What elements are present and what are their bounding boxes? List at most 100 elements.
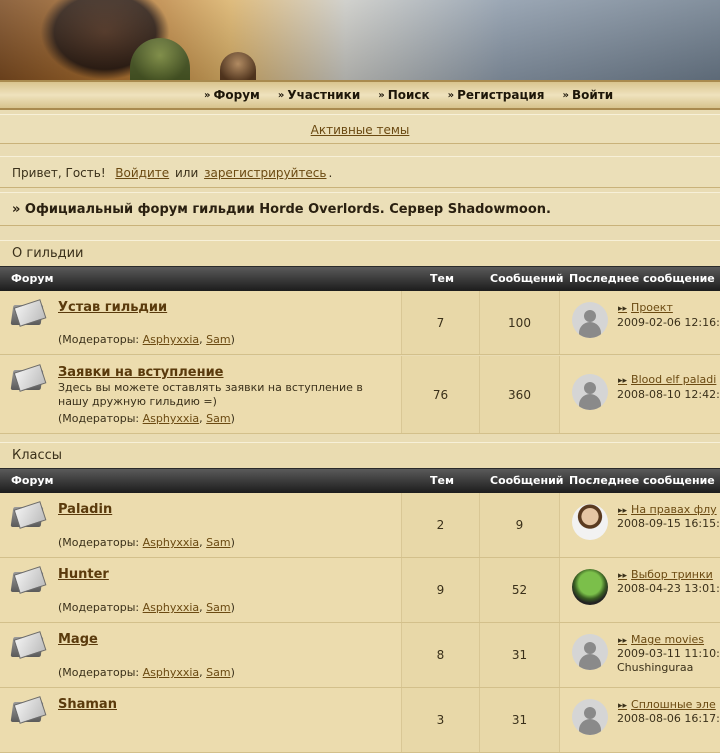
nav-login[interactable]: » Войти — [563, 88, 614, 102]
banner-overlay — [0, 0, 720, 80]
greeting-bar: Привет, Гость! Войдите или зарегистрируй… — [0, 156, 720, 188]
avatar[interactable] — [572, 504, 608, 540]
goto-post-icon: ▸▸ — [618, 701, 628, 711]
moderators-label: (Модераторы: — [58, 666, 140, 679]
last-post-link[interactable]: ▸▸ Blood elf paladi — [618, 373, 716, 386]
category-title: О гильдии — [0, 240, 720, 266]
chevron-right-icon: » — [277, 89, 285, 101]
nav-search[interactable]: » Поиск — [378, 88, 429, 102]
moderator-link[interactable]: Sam — [206, 412, 230, 425]
last-post-date: 2008-08-06 16:17: — [617, 712, 720, 725]
posts-count: 100 — [508, 316, 531, 330]
col-last: Последнее сообщение — [569, 474, 715, 487]
forum-folder-icon — [10, 501, 47, 529]
posts-count: 31 — [511, 713, 528, 727]
forum-name-link[interactable]: Paladin — [58, 502, 112, 517]
last-post-link[interactable]: ▸▸ Проект — [618, 301, 673, 314]
forum-folder-icon — [10, 364, 47, 392]
goto-post-icon: ▸▸ — [618, 636, 628, 646]
moderators-label: (Модераторы: — [58, 412, 140, 425]
greeting-text: Привет, Гость! — [12, 166, 106, 180]
last-post-link[interactable]: ▸▸ Сплошные эле — [618, 698, 716, 711]
greeting-or: или — [174, 166, 199, 180]
goto-post-icon: ▸▸ — [618, 304, 628, 314]
chevron-right-icon: » — [378, 89, 385, 101]
nav-register-label: Регистрация — [457, 88, 545, 102]
avatar[interactable] — [572, 634, 608, 670]
last-post-date: 2008-08-10 12:42: — [617, 388, 720, 401]
forum-name-link[interactable]: Shaman — [58, 697, 117, 712]
avatar[interactable] — [572, 699, 608, 735]
forum-moderators: (Модераторы: Asphyxxia, Sam) — [58, 666, 235, 679]
forum-row: Устав гильдии (Модераторы: Asphyxxia, Sa… — [0, 291, 720, 355]
forum-name-link[interactable]: Hunter — [58, 567, 109, 582]
page-title: » Официальный форум гильдии Horde Overlo… — [0, 192, 720, 226]
col-posts: Сообщений — [490, 272, 564, 285]
topics-count: 76 — [432, 388, 449, 402]
last-post-title: На правах флу — [631, 503, 717, 516]
last-post-date: 2008-04-23 13:01: — [617, 582, 720, 595]
moderator-link[interactable]: Asphyxxia — [143, 536, 200, 549]
topics-count: 7 — [436, 316, 445, 330]
avatar[interactable] — [572, 569, 608, 605]
col-posts: Сообщений — [490, 474, 564, 487]
forum-row: Hunter (Модераторы: Asphyxxia, Sam) 9 52… — [0, 558, 720, 623]
moderator-link[interactable]: Sam — [206, 666, 230, 679]
last-post-link[interactable]: ▸▸ Выбор тринки — [618, 568, 713, 581]
forum-name-link[interactable]: Mage — [58, 632, 98, 647]
forum-row: Paladin (Модераторы: Asphyxxia, Sam) 2 9… — [0, 493, 720, 558]
nav-forum[interactable]: » Форум — [204, 88, 260, 102]
forum-row: Shaman 3 31 ▸▸ Сплошные эле 2008-08-06 16… — [0, 688, 720, 753]
moderator-link[interactable]: Asphyxxia — [143, 333, 200, 346]
goto-post-icon: ▸▸ — [618, 376, 628, 386]
topics-count: 3 — [436, 713, 445, 727]
main-nav: » Форум » Участники » Поиск » Регистрация » В… — [0, 80, 720, 110]
last-post-date: 2009-03-11 11:10: — [617, 647, 720, 660]
forum-description: Здесь вы можете оставлять заявки на всту… — [58, 381, 363, 408]
forum-folder-icon — [10, 631, 47, 659]
last-post-link[interactable]: ▸▸ Mage movies — [618, 633, 704, 646]
posts-count: 360 — [508, 388, 531, 402]
register-link[interactable]: зарегистрируйтесь — [204, 166, 326, 180]
forum-name-link[interactable]: Заявки на вступление — [58, 365, 224, 380]
forum-row: Mage (Модераторы: Asphyxxia, Sam) 8 31 ▸… — [0, 623, 720, 688]
last-post-date: 2008-09-15 16:15: — [617, 517, 720, 530]
last-post-link[interactable]: ▸▸ На правах флу — [618, 503, 717, 516]
topics-count: 9 — [436, 583, 445, 597]
posts-count: 52 — [511, 583, 528, 597]
moderator-link[interactable]: Asphyxxia — [143, 666, 200, 679]
posts-count: 9 — [515, 518, 524, 532]
forum-moderators: (Модераторы: Asphyxxia, Sam) — [58, 333, 235, 346]
chevron-right-icon: » — [447, 89, 455, 101]
moderator-link[interactable]: Sam — [206, 333, 230, 346]
nav-members[interactable]: » Участники — [278, 88, 360, 102]
avatar[interactable] — [572, 374, 608, 410]
last-post-author: Chushinguraa — [617, 661, 694, 674]
login-link[interactable]: Войдите — [115, 166, 169, 180]
moderator-link[interactable]: Sam — [206, 536, 230, 549]
forum-name-link[interactable]: Устав гильдии — [58, 300, 167, 315]
last-post-date: 2009-02-06 12:16: — [617, 316, 720, 329]
forum-folder-icon — [10, 299, 47, 327]
goto-post-icon: ▸▸ — [618, 506, 628, 516]
chevron-right-icon: » — [562, 89, 569, 101]
active-topics-link[interactable]: Активные темы — [311, 123, 410, 137]
col-last: Последнее сообщение — [569, 272, 715, 285]
moderators-label: (Модераторы: — [58, 601, 140, 614]
col-topics: Тем — [430, 474, 454, 487]
active-topics-bar: Активные темы — [0, 114, 720, 144]
avatar[interactable] — [572, 302, 608, 338]
moderator-link[interactable]: Asphyxxia — [143, 412, 200, 425]
table-header: Форум Тем Сообщений Последнее сообщение — [0, 266, 720, 292]
last-post-title: Сплошные эле — [631, 698, 716, 711]
nav-members-label: Участники — [287, 88, 361, 102]
posts-count: 31 — [511, 648, 528, 662]
topics-count: 8 — [436, 648, 445, 662]
moderator-link[interactable]: Asphyxxia — [143, 601, 200, 614]
nav-register[interactable]: » Регистрация — [448, 88, 545, 102]
moderator-link[interactable]: Sam — [206, 601, 230, 614]
forum-moderators: (Модераторы: Asphyxxia, Sam) — [58, 601, 235, 614]
forum-folder-icon — [10, 566, 47, 594]
last-post-title: Проект — [631, 301, 673, 314]
header-banner — [0, 0, 720, 80]
